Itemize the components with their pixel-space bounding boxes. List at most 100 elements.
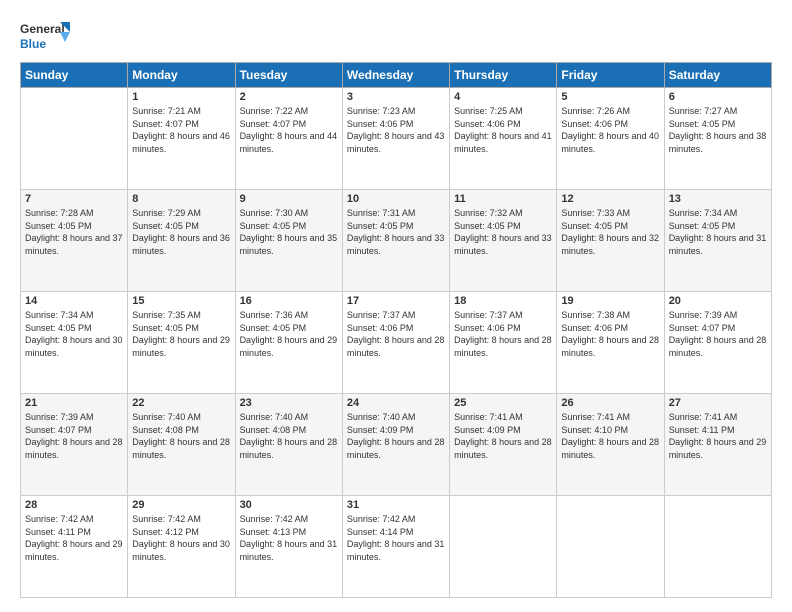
header: General Blue	[20, 18, 772, 54]
day-info: Sunrise: 7:22 AM Sunset: 4:07 PM Dayligh…	[240, 105, 338, 155]
calendar-cell: 18 Sunrise: 7:37 AM Sunset: 4:06 PM Dayl…	[450, 292, 557, 394]
calendar-cell: 20 Sunrise: 7:39 AM Sunset: 4:07 PM Dayl…	[664, 292, 771, 394]
day-info: Sunrise: 7:25 AM Sunset: 4:06 PM Dayligh…	[454, 105, 552, 155]
week-row-4: 28 Sunrise: 7:42 AM Sunset: 4:11 PM Dayl…	[21, 496, 772, 598]
day-info: Sunrise: 7:37 AM Sunset: 4:06 PM Dayligh…	[347, 309, 445, 359]
day-info: Sunrise: 7:38 AM Sunset: 4:06 PM Dayligh…	[561, 309, 659, 359]
day-number: 24	[347, 397, 445, 409]
calendar-cell: 1 Sunrise: 7:21 AM Sunset: 4:07 PM Dayli…	[128, 88, 235, 190]
calendar-cell: 26 Sunrise: 7:41 AM Sunset: 4:10 PM Dayl…	[557, 394, 664, 496]
day-number: 9	[240, 193, 338, 205]
weekday-header-saturday: Saturday	[664, 63, 771, 88]
day-info: Sunrise: 7:29 AM Sunset: 4:05 PM Dayligh…	[132, 207, 230, 257]
logo: General Blue	[20, 18, 70, 54]
svg-text:Blue: Blue	[20, 37, 46, 51]
calendar-cell: 24 Sunrise: 7:40 AM Sunset: 4:09 PM Dayl…	[342, 394, 449, 496]
day-number: 14	[25, 295, 123, 307]
calendar-cell: 10 Sunrise: 7:31 AM Sunset: 4:05 PM Dayl…	[342, 190, 449, 292]
day-info: Sunrise: 7:40 AM Sunset: 4:08 PM Dayligh…	[240, 411, 338, 461]
day-number: 13	[669, 193, 767, 205]
calendar-table: SundayMondayTuesdayWednesdayThursdayFrid…	[20, 62, 772, 598]
calendar-cell: 17 Sunrise: 7:37 AM Sunset: 4:06 PM Dayl…	[342, 292, 449, 394]
day-number: 15	[132, 295, 230, 307]
day-number: 26	[561, 397, 659, 409]
calendar-cell: 16 Sunrise: 7:36 AM Sunset: 4:05 PM Dayl…	[235, 292, 342, 394]
day-info: Sunrise: 7:41 AM Sunset: 4:11 PM Dayligh…	[669, 411, 767, 461]
calendar-cell: 19 Sunrise: 7:38 AM Sunset: 4:06 PM Dayl…	[557, 292, 664, 394]
day-number: 1	[132, 91, 230, 103]
day-number: 31	[347, 499, 445, 511]
calendar-cell: 31 Sunrise: 7:42 AM Sunset: 4:14 PM Dayl…	[342, 496, 449, 598]
calendar-cell: 4 Sunrise: 7:25 AM Sunset: 4:06 PM Dayli…	[450, 88, 557, 190]
day-info: Sunrise: 7:32 AM Sunset: 4:05 PM Dayligh…	[454, 207, 552, 257]
week-row-1: 7 Sunrise: 7:28 AM Sunset: 4:05 PM Dayli…	[21, 190, 772, 292]
calendar-cell: 28 Sunrise: 7:42 AM Sunset: 4:11 PM Dayl…	[21, 496, 128, 598]
day-info: Sunrise: 7:36 AM Sunset: 4:05 PM Dayligh…	[240, 309, 338, 359]
day-number: 21	[25, 397, 123, 409]
day-number: 6	[669, 91, 767, 103]
day-number: 30	[240, 499, 338, 511]
weekday-header-monday: Monday	[128, 63, 235, 88]
day-number: 11	[454, 193, 552, 205]
day-info: Sunrise: 7:35 AM Sunset: 4:05 PM Dayligh…	[132, 309, 230, 359]
day-info: Sunrise: 7:26 AM Sunset: 4:06 PM Dayligh…	[561, 105, 659, 155]
calendar-cell	[21, 88, 128, 190]
day-info: Sunrise: 7:42 AM Sunset: 4:12 PM Dayligh…	[132, 513, 230, 563]
day-info: Sunrise: 7:41 AM Sunset: 4:09 PM Dayligh…	[454, 411, 552, 461]
calendar-cell: 5 Sunrise: 7:26 AM Sunset: 4:06 PM Dayli…	[557, 88, 664, 190]
day-info: Sunrise: 7:40 AM Sunset: 4:08 PM Dayligh…	[132, 411, 230, 461]
logo-svg: General Blue	[20, 18, 70, 54]
day-number: 20	[669, 295, 767, 307]
day-number: 19	[561, 295, 659, 307]
calendar-cell: 11 Sunrise: 7:32 AM Sunset: 4:05 PM Dayl…	[450, 190, 557, 292]
day-number: 12	[561, 193, 659, 205]
calendar-cell: 22 Sunrise: 7:40 AM Sunset: 4:08 PM Dayl…	[128, 394, 235, 496]
day-info: Sunrise: 7:33 AM Sunset: 4:05 PM Dayligh…	[561, 207, 659, 257]
day-number: 16	[240, 295, 338, 307]
day-info: Sunrise: 7:39 AM Sunset: 4:07 PM Dayligh…	[25, 411, 123, 461]
day-info: Sunrise: 7:42 AM Sunset: 4:14 PM Dayligh…	[347, 513, 445, 563]
day-number: 17	[347, 295, 445, 307]
day-info: Sunrise: 7:28 AM Sunset: 4:05 PM Dayligh…	[25, 207, 123, 257]
calendar-cell: 6 Sunrise: 7:27 AM Sunset: 4:05 PM Dayli…	[664, 88, 771, 190]
calendar-cell: 21 Sunrise: 7:39 AM Sunset: 4:07 PM Dayl…	[21, 394, 128, 496]
calendar-cell: 23 Sunrise: 7:40 AM Sunset: 4:08 PM Dayl…	[235, 394, 342, 496]
week-row-2: 14 Sunrise: 7:34 AM Sunset: 4:05 PM Dayl…	[21, 292, 772, 394]
calendar-cell	[557, 496, 664, 598]
calendar-cell: 30 Sunrise: 7:42 AM Sunset: 4:13 PM Dayl…	[235, 496, 342, 598]
day-number: 5	[561, 91, 659, 103]
calendar-cell: 25 Sunrise: 7:41 AM Sunset: 4:09 PM Dayl…	[450, 394, 557, 496]
calendar-cell: 13 Sunrise: 7:34 AM Sunset: 4:05 PM Dayl…	[664, 190, 771, 292]
day-info: Sunrise: 7:27 AM Sunset: 4:05 PM Dayligh…	[669, 105, 767, 155]
weekday-header-row: SundayMondayTuesdayWednesdayThursdayFrid…	[21, 63, 772, 88]
calendar-cell: 27 Sunrise: 7:41 AM Sunset: 4:11 PM Dayl…	[664, 394, 771, 496]
calendar-cell: 3 Sunrise: 7:23 AM Sunset: 4:06 PM Dayli…	[342, 88, 449, 190]
calendar-cell: 12 Sunrise: 7:33 AM Sunset: 4:05 PM Dayl…	[557, 190, 664, 292]
calendar-cell: 8 Sunrise: 7:29 AM Sunset: 4:05 PM Dayli…	[128, 190, 235, 292]
calendar-cell: 9 Sunrise: 7:30 AM Sunset: 4:05 PM Dayli…	[235, 190, 342, 292]
day-info: Sunrise: 7:21 AM Sunset: 4:07 PM Dayligh…	[132, 105, 230, 155]
day-info: Sunrise: 7:42 AM Sunset: 4:11 PM Dayligh…	[25, 513, 123, 563]
day-info: Sunrise: 7:23 AM Sunset: 4:06 PM Dayligh…	[347, 105, 445, 155]
calendar-cell: 15 Sunrise: 7:35 AM Sunset: 4:05 PM Dayl…	[128, 292, 235, 394]
day-info: Sunrise: 7:34 AM Sunset: 4:05 PM Dayligh…	[669, 207, 767, 257]
day-info: Sunrise: 7:31 AM Sunset: 4:05 PM Dayligh…	[347, 207, 445, 257]
weekday-header-friday: Friday	[557, 63, 664, 88]
week-row-0: 1 Sunrise: 7:21 AM Sunset: 4:07 PM Dayli…	[21, 88, 772, 190]
day-number: 4	[454, 91, 552, 103]
week-row-3: 21 Sunrise: 7:39 AM Sunset: 4:07 PM Dayl…	[21, 394, 772, 496]
day-number: 27	[669, 397, 767, 409]
calendar-cell: 29 Sunrise: 7:42 AM Sunset: 4:12 PM Dayl…	[128, 496, 235, 598]
day-number: 3	[347, 91, 445, 103]
day-number: 29	[132, 499, 230, 511]
weekday-header-thursday: Thursday	[450, 63, 557, 88]
day-info: Sunrise: 7:41 AM Sunset: 4:10 PM Dayligh…	[561, 411, 659, 461]
day-info: Sunrise: 7:42 AM Sunset: 4:13 PM Dayligh…	[240, 513, 338, 563]
calendar-cell: 14 Sunrise: 7:34 AM Sunset: 4:05 PM Dayl…	[21, 292, 128, 394]
calendar-cell	[664, 496, 771, 598]
day-info: Sunrise: 7:37 AM Sunset: 4:06 PM Dayligh…	[454, 309, 552, 359]
day-number: 22	[132, 397, 230, 409]
weekday-header-sunday: Sunday	[21, 63, 128, 88]
day-number: 28	[25, 499, 123, 511]
day-info: Sunrise: 7:40 AM Sunset: 4:09 PM Dayligh…	[347, 411, 445, 461]
